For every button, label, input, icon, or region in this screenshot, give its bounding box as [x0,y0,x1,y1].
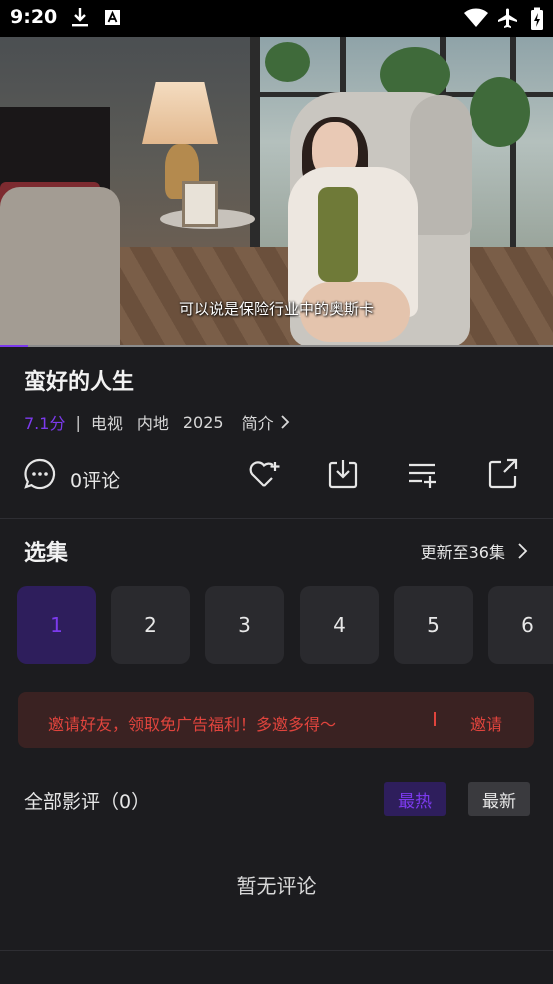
video-progress-bar[interactable] [0,345,553,347]
intro-label: 简介 [241,414,274,433]
episode-item[interactable]: 4 [300,586,379,664]
episode-item[interactable]: 6 [488,586,553,664]
favorite-add-icon[interactable] [246,456,282,492]
comment-icon [24,458,56,490]
action-bar: 0评论 [0,452,553,498]
video-scene-chair-back [410,95,472,235]
download-icon[interactable] [325,456,361,492]
divider [0,518,553,519]
episode-number: 5 [427,613,440,637]
episode-item[interactable]: 2 [111,586,190,664]
show-title: 蛮好的人生 [24,370,135,395]
meta-separator: | [75,412,81,432]
video-player[interactable]: 可以说是保险行业中的奥斯卡 [0,37,553,347]
tab-newest[interactable]: 最新 [468,782,530,816]
video-scene-dress [318,187,358,282]
video-scene-plant [265,42,310,82]
add-to-playlist-icon[interactable] [405,456,441,492]
episodes-update-text: 更新至36集 [420,543,505,562]
invite-text: 邀请好友，领取免广告福利！多邀多得～ [48,715,337,734]
episode-number: 4 [333,613,346,637]
video-scene-plant [470,77,530,147]
invite-banner[interactable]: 邀请好友，领取免广告福利！多邀多得～ 邀请 [18,692,534,748]
chevron-right-icon [518,543,528,559]
comment-count: 0评论 [70,470,121,492]
chevron-right-icon [280,415,289,429]
episode-item[interactable]: 1 [17,586,96,664]
video-progress-fill [0,345,28,347]
show-score: 7.1分 [24,414,66,433]
show-meta: 7.1分 | 电视 内地 2025 简介 [24,410,292,434]
episodes-update-link[interactable]: 更新至36集 [421,539,531,563]
show-type: 电视 [90,414,123,433]
tab-hottest[interactable]: 最热 [384,782,446,816]
episode-number: 2 [144,613,157,637]
show-region: 内地 [136,414,169,433]
reviews-title: 全部影评（0） [24,791,151,813]
episode-number: 6 [521,613,534,637]
invite-divider [434,712,436,726]
airplane-mode-icon [498,8,517,28]
episodes-title: 选集 [24,541,69,566]
episode-item[interactable]: 3 [205,586,284,664]
share-icon[interactable] [485,456,521,492]
invite-button[interactable]: 邀请 [470,711,502,735]
status-time: 9:20 [10,6,58,28]
video-scene-photo-frame [182,181,218,227]
status-bar: 9:20 [0,0,553,37]
download-icon [72,8,88,27]
episode-item[interactable]: 5 [394,586,473,664]
video-scene-sofa [0,187,120,347]
video-scene-lamp-shade [142,82,218,144]
video-subtitle: 可以说是保险行业中的奥斯卡 [178,300,374,318]
show-year: 2025 [182,412,224,432]
battery-charging-icon [531,7,543,30]
font-a-icon [105,10,120,25]
episode-number: 3 [238,613,251,637]
episode-list: 1 2 3 4 5 6 [0,586,553,664]
episode-number: 1 [50,613,63,637]
comment-button[interactable]: 0评论 [20,456,170,492]
wifi-icon [464,8,488,27]
empty-reviews-text: 暂无评论 [236,874,317,898]
divider [0,950,553,951]
intro-link[interactable]: 简介 [242,410,292,434]
